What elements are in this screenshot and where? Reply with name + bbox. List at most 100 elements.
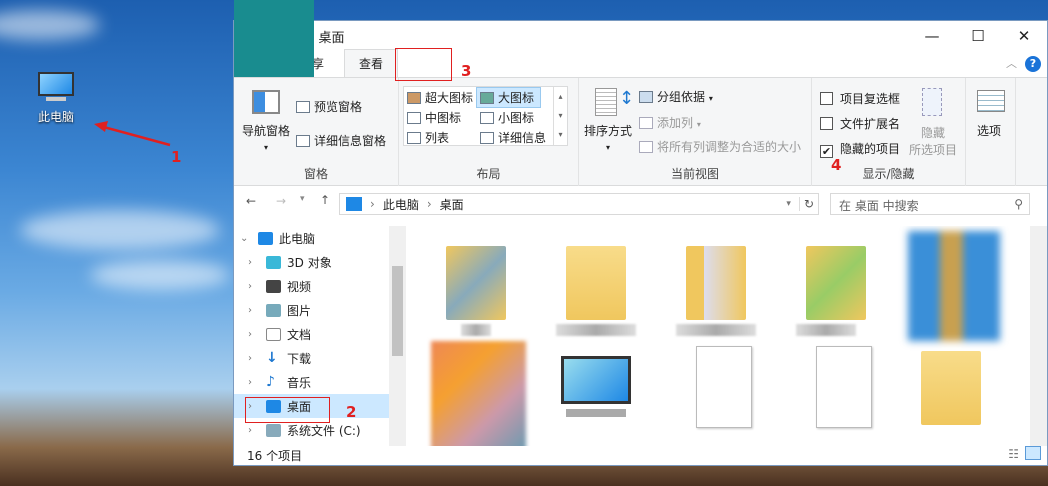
search-placeholder: 在 桌面 中搜索 [839,199,919,213]
item-count: 16 个项目 [247,449,303,463]
file-extensions-toggle[interactable]: 文件扩展名 [820,115,900,132]
size-columns-icon [639,141,653,153]
minimize-button[interactable]: — [909,21,955,51]
nav-pane-icon [252,90,280,114]
nav-music[interactable]: › ♪ 音乐 [234,370,405,394]
tab-view[interactable]: 查看 [344,49,399,77]
hide-selected-icon [922,88,942,116]
size-all-columns-button[interactable]: 将所有列调整为合适的大小 [639,138,801,155]
group-by-button[interactable]: 分组依据 ▾ [639,88,713,105]
file-item[interactable] [796,341,876,441]
add-column-icon [639,117,653,129]
file-item[interactable] [436,236,516,336]
layout-large[interactable]: 大图标 [476,87,542,108]
nav-downloads[interactable]: › ↓ 下载 [234,346,405,370]
file-item[interactable] [431,341,526,446]
checkbox[interactable] [820,92,833,105]
breadcrumb-this-pc[interactable]: 此电脑 [383,196,419,213]
up-button[interactable]: ↑ [320,193,330,207]
file-item[interactable] [676,236,756,336]
nav-label: 音乐 [287,375,312,390]
sort-by-button[interactable]: 排序方式 ▾ [584,122,632,153]
nav-label: 此电脑 [279,231,316,246]
forward-button[interactable]: → [276,194,286,208]
hide-selected-button[interactable]: 隐藏 所选项目 [909,124,957,158]
group-label: 窗格 [303,167,328,181]
layout-label: 中图标 [425,111,462,125]
file-item[interactable] [796,236,876,336]
large-icons-view-icon[interactable] [1025,446,1041,460]
layout-small[interactable]: 小图标 [480,109,534,126]
layout-label: 大图标 [498,91,535,105]
layout-extra-large[interactable]: 超大图标 [407,89,473,106]
collapse-ribbon-icon[interactable]: ︿ [1006,55,1017,71]
layout-icon [407,132,421,144]
breadcrumb-desktop[interactable]: 桌面 [440,196,464,213]
ribbon: 导航窗格 ▾ 预览窗格 详细信息窗格 窗格 超大图标 大图标 中图标 小图标 列表… [234,78,1047,186]
annotation-box-3 [395,48,452,81]
nav-label: 文档 [287,327,312,342]
nav-this-pc[interactable]: ⌄ 此电脑 [234,226,405,250]
computer-icon [346,197,362,211]
close-button[interactable]: ✕ [1001,21,1047,51]
details-view-icon[interactable]: ☷ [1008,447,1019,461]
group-label: 当前视图 [670,167,719,181]
annotation-2: 2 [346,403,357,421]
add-column-label: 添加列 [657,116,694,130]
nav-label: 系统文件 (C:) [287,423,361,438]
maximize-button[interactable]: ☐ [955,21,1001,51]
address-bar[interactable]: › 此电脑 › 桌面 ▾ ↻ [339,193,819,215]
file-item[interactable] [906,231,1001,341]
refresh-icon[interactable]: ↻ [798,197,818,211]
sort-icon [595,88,617,116]
window-title: 桌面 [318,30,345,46]
item-checkboxes-toggle[interactable]: 项目复选框 [820,90,900,107]
content-scrollbar[interactable] [1030,226,1047,446]
back-button[interactable]: ← [246,194,256,208]
file-item[interactable] [556,341,636,441]
search-input[interactable]: 在 桌面 中搜索 ⚲ [830,193,1030,215]
nav-videos[interactable]: › 视频 [234,274,405,298]
layout-details[interactable]: 详细信息 [480,129,546,146]
file-item[interactable] [911,341,991,441]
sort-label: 排序方式 [584,124,633,138]
checkbox[interactable] [820,117,833,130]
group-by-icon [639,91,653,103]
details-pane-button[interactable]: 详细信息窗格 [296,132,386,149]
music-icon: ♪ [266,373,275,390]
document-icon [266,327,281,341]
nav-label: 视频 [287,279,312,294]
preview-pane-button[interactable]: 预览窗格 [296,98,362,115]
nav-label: 图片 [287,303,312,318]
file-item[interactable] [556,236,636,336]
picture-icon [266,303,281,317]
group-panes: 导航窗格 ▾ 预览窗格 详细信息窗格 窗格 [234,78,399,186]
size-columns-label: 将所有列调整为合适的大小 [657,140,802,154]
tab-file[interactable]: 文件 [234,0,314,77]
download-icon: ↓ [266,349,278,366]
group-layout: 超大图标 大图标 中图标 小图标 列表 详细信息 ▴ ▾ ▾ 布局 [399,78,579,186]
nav-pictures[interactable]: › 图片 [234,298,405,322]
details-pane-label: 详细信息窗格 [314,134,387,148]
nav-3d-objects[interactable]: › 3D 对象 [234,250,405,274]
nav-scrollbar[interactable] [389,226,406,446]
ribbon-tabs: 文件 主页 共享 查看 ︿ ? [234,0,1047,78]
layout-icon [480,112,494,124]
layout-medium[interactable]: 中图标 [407,109,461,126]
help-icon[interactable]: ? [1025,56,1041,72]
group-label: 布局 [476,167,501,181]
layout-list[interactable]: 列表 [407,129,449,146]
address-dropdown[interactable]: ▾ [786,199,791,209]
options-button[interactable]: 选项 [977,122,1001,139]
annotation-box-2 [245,397,330,423]
hide-label: 隐藏 [921,126,946,140]
cube-icon [266,255,281,269]
nav-documents[interactable]: › 文档 [234,322,405,346]
add-column-button[interactable]: 添加列 ▾ [639,114,701,131]
address-row: ← → ▾ ↑ › 此电脑 › 桌面 ▾ ↻ 在 桌面 中搜索 ⚲ [234,189,1047,219]
file-list [406,226,1030,446]
file-item[interactable] [676,341,756,441]
gallery-scroll[interactable]: ▴ ▾ ▾ [553,87,567,145]
nav-pane-button[interactable]: 导航窗格 ▾ [242,122,290,153]
recent-locations-button[interactable]: ▾ [300,194,305,204]
